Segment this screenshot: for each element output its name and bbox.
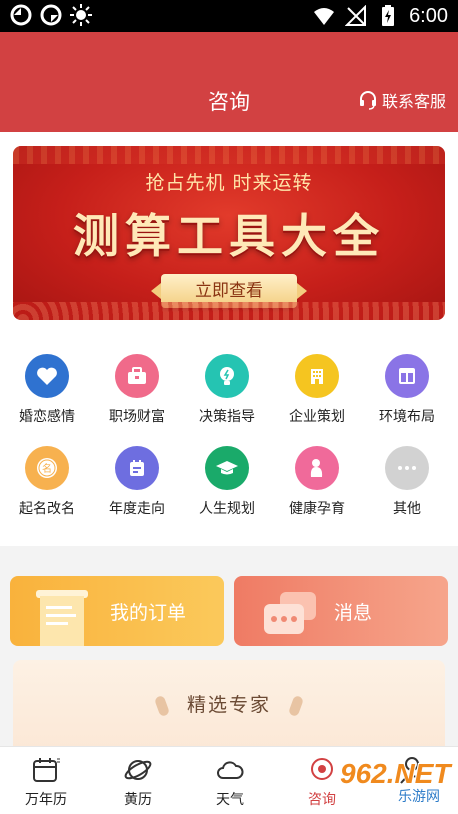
scroll-document-icon <box>36 590 88 646</box>
category-label: 其他 <box>393 501 421 517</box>
category-label: 职场财富 <box>109 409 165 425</box>
nav-label: 黄历 <box>124 792 152 808</box>
banner-headline: 测算工具大全 <box>73 209 385 263</box>
banner-slogan: 抢占先机 时来运转 <box>145 172 313 194</box>
category-naming[interactable]: 名 起名改名 <box>2 446 92 518</box>
battery-charging-icon <box>382 5 395 26</box>
category-life[interactable]: 人生规划 <box>182 446 272 518</box>
name-seal-icon: 名 <box>25 446 69 490</box>
app-notification-icon <box>10 4 32 26</box>
category-label: 健康孕育 <box>289 501 345 517</box>
lightbulb-icon <box>205 354 249 398</box>
main-content: 抢占先机 时来运转 测算工具大全 立即查看 婚恋感情 职场财富 决策指导 企业策… <box>0 132 458 746</box>
svg-text:名: 名 <box>42 462 52 475</box>
wifi-icon <box>314 8 335 25</box>
category-other[interactable]: 其他 <box>362 446 452 518</box>
promo-banner[interactable]: 抢占先机 时来运转 测算工具大全 立即查看 <box>13 146 445 320</box>
category-label: 人生规划 <box>199 501 255 517</box>
category-label: 决策指导 <box>199 409 255 425</box>
watermark-text: 乐游网 <box>396 786 442 806</box>
nav-label: 万年历 <box>25 792 67 808</box>
contact-service-label: 联系客服 <box>381 92 446 111</box>
nav-label: 天气 <box>216 792 244 808</box>
category-marriage[interactable]: 婚恋感情 <box>2 354 92 426</box>
headset-icon <box>359 91 376 110</box>
cloud-icon <box>217 761 244 779</box>
category-annual[interactable]: 年度走向 <box>92 446 182 518</box>
app-notification-icon <box>40 4 62 26</box>
more-icon <box>385 446 429 490</box>
category-environment[interactable]: 环境布局 <box>362 354 452 426</box>
category-label: 年度走向 <box>109 501 165 517</box>
my-orders-label: 我的订单 <box>110 602 187 624</box>
my-orders-card[interactable]: 我的订单 <box>10 576 224 646</box>
banner-clouds-decoration <box>13 302 445 320</box>
category-label: 起名改名 <box>19 501 75 517</box>
graduation-cap-icon <box>205 446 249 490</box>
category-label: 企业策划 <box>289 409 345 425</box>
category-decision[interactable]: 决策指导 <box>182 354 272 426</box>
chat-bubble-icon <box>264 592 316 634</box>
category-label: 环境布局 <box>379 409 435 425</box>
baby-icon <box>295 446 339 490</box>
nav-almanac[interactable]: 黄历 <box>92 747 184 814</box>
category-label: 婚恋感情 <box>19 409 75 425</box>
briefcase-icon <box>115 354 159 398</box>
nav-calendar[interactable]: 万年历 <box>0 747 92 814</box>
featured-experts-section: 精选专家 <box>13 660 445 746</box>
experts-title: 精选专家 <box>186 694 271 716</box>
planet-icon <box>124 760 152 780</box>
status-bar: 6:00 <box>0 0 458 32</box>
banner-decoration <box>13 146 445 164</box>
site-watermark: 962.NET 乐游网 <box>326 752 454 810</box>
brightness-icon <box>70 4 92 26</box>
category-enterprise[interactable]: 企业策划 <box>272 354 362 426</box>
messages-card[interactable]: 消息 <box>234 576 448 646</box>
calendar-icon <box>115 446 159 490</box>
app-header: 咨询 联系客服 <box>0 32 458 132</box>
messages-label: 消息 <box>334 602 373 624</box>
category-career[interactable]: 职场财富 <box>92 354 182 426</box>
nav-weather[interactable]: 天气 <box>184 747 276 814</box>
calendar-nav-icon <box>33 758 60 782</box>
clock-time: 6:00 <box>409 5 448 27</box>
no-signal-icon <box>345 5 367 26</box>
layout-icon <box>385 354 429 398</box>
category-health[interactable]: 健康孕育 <box>272 446 362 518</box>
building-icon <box>295 354 339 398</box>
heart-icon <box>25 354 69 398</box>
contact-service-button[interactable]: 联系客服 <box>358 88 446 112</box>
